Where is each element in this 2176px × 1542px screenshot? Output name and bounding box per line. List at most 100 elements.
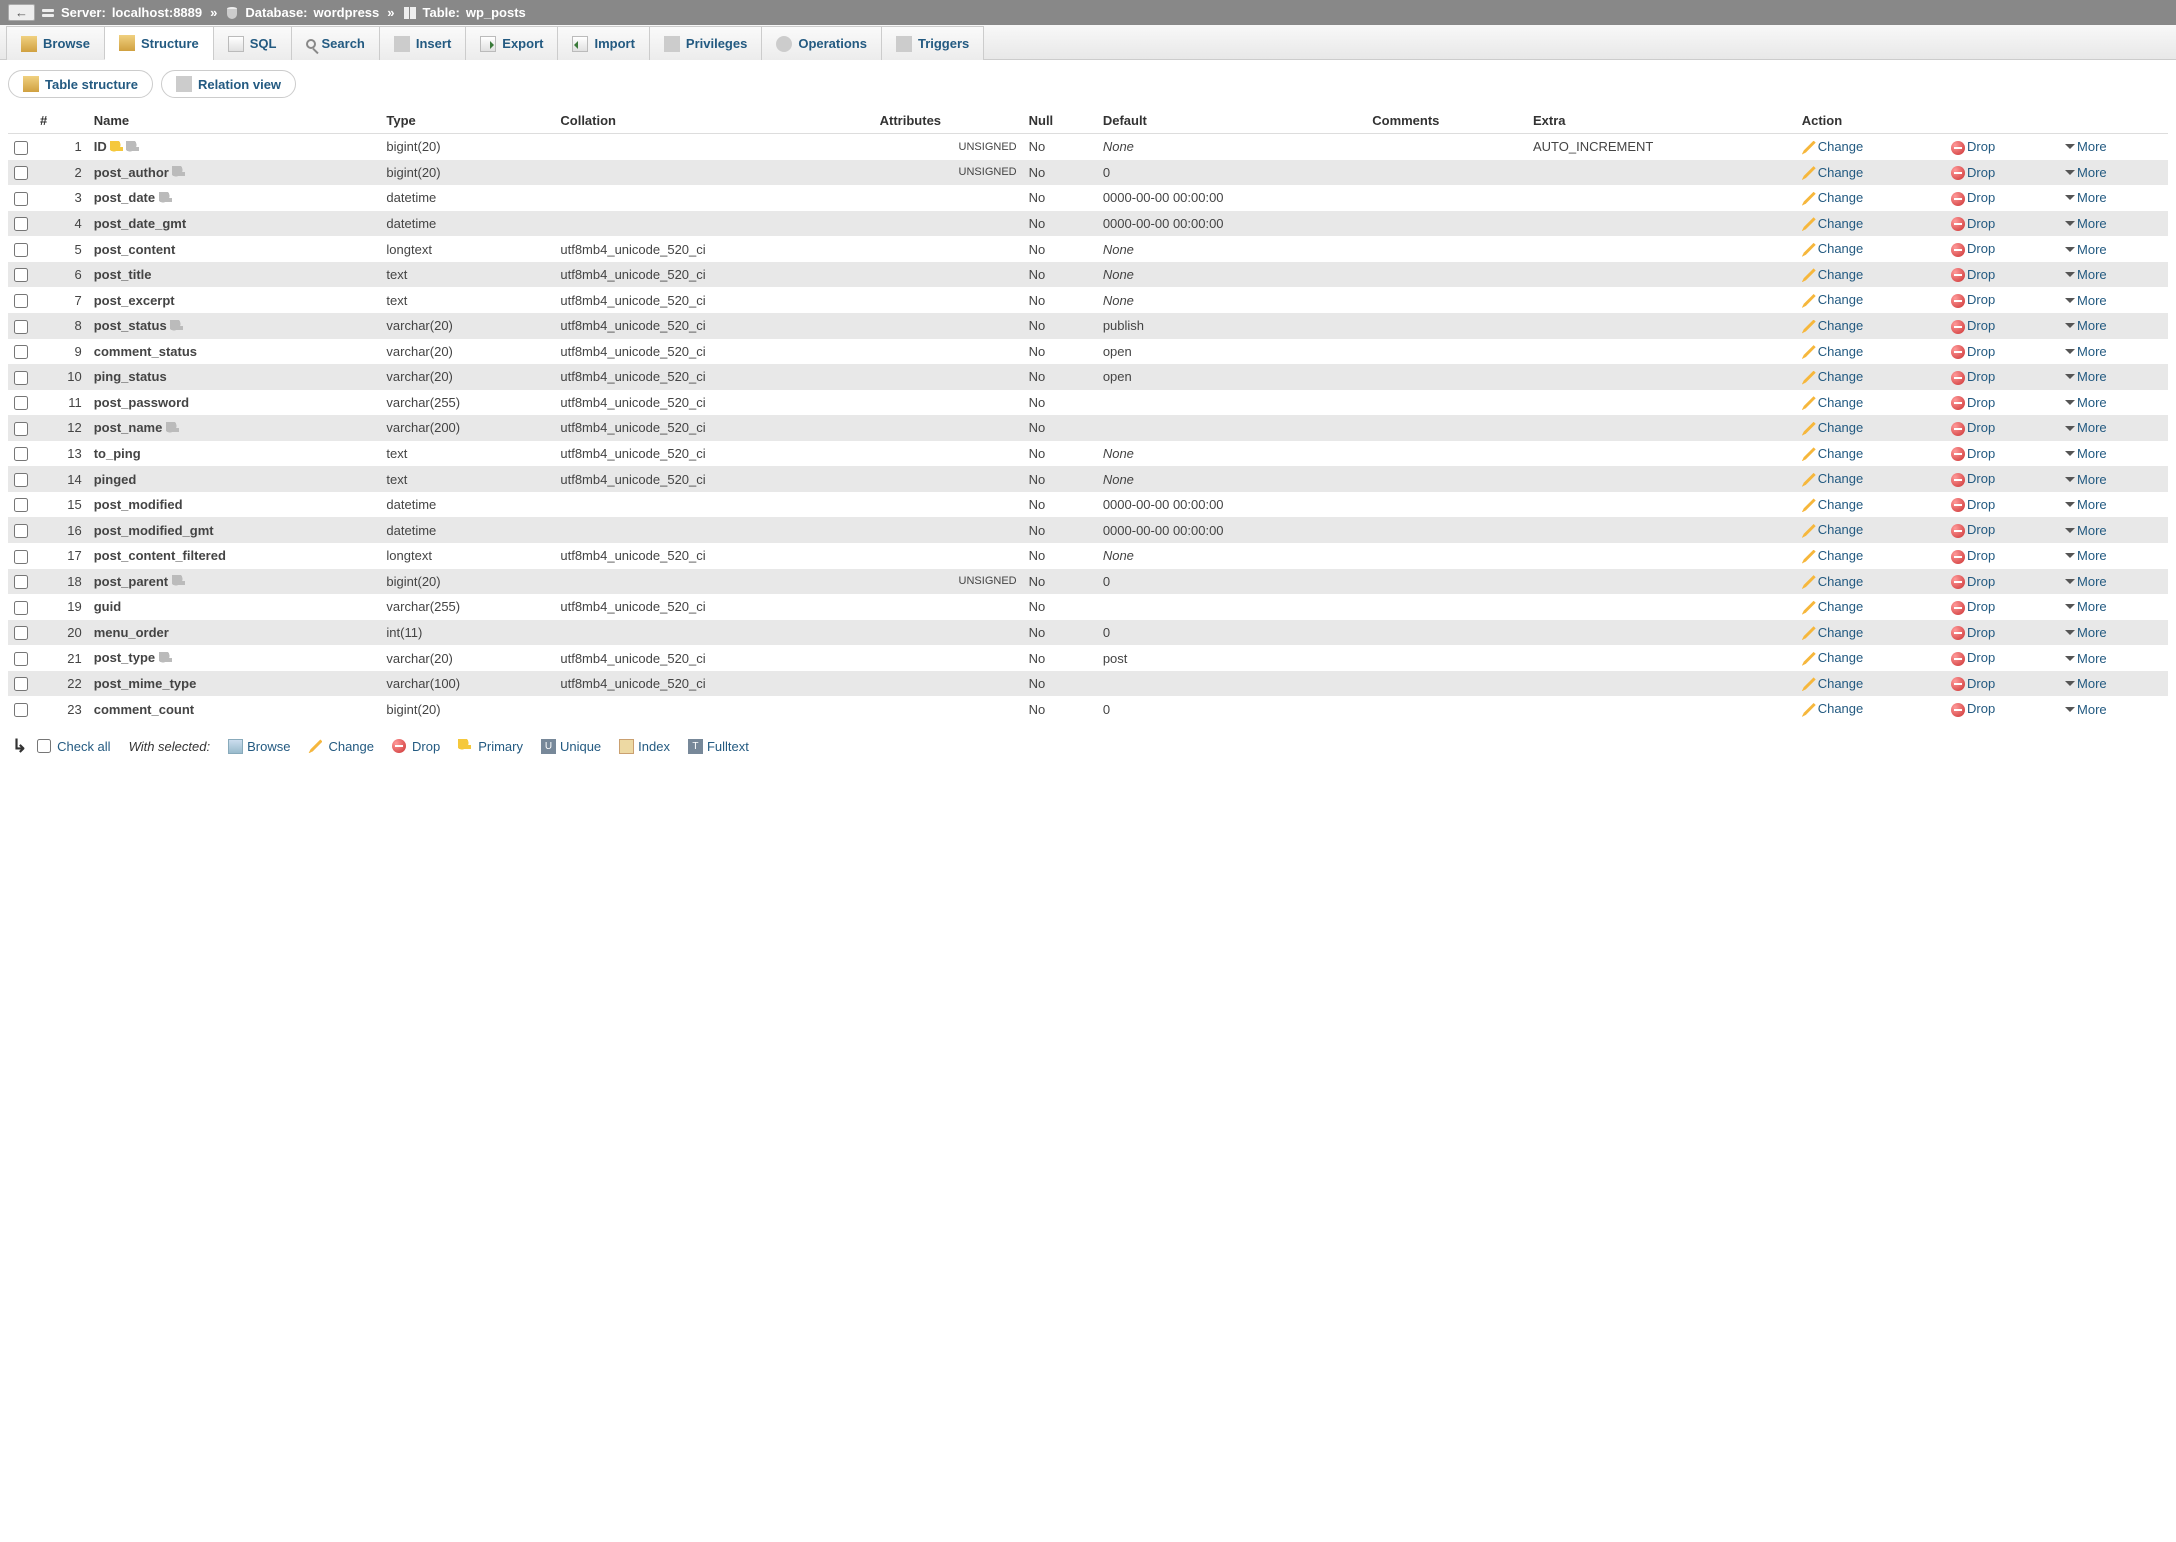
row-checkbox[interactable] [14, 498, 28, 512]
action-change[interactable]: Change [1796, 696, 1945, 722]
action-drop[interactable]: Drop [1945, 185, 2059, 211]
action-change[interactable]: Change [1796, 160, 1945, 186]
action-change[interactable]: Change [1796, 134, 1945, 160]
action-change[interactable]: Change [1796, 543, 1945, 569]
tab-sql[interactable]: SQL [213, 26, 292, 60]
action-change[interactable]: Change [1796, 415, 1945, 441]
action-change[interactable]: Change [1796, 671, 1945, 697]
action-drop[interactable]: Drop [1945, 492, 2059, 518]
action-more[interactable]: More [2059, 313, 2168, 339]
action-drop[interactable]: Drop [1945, 466, 2059, 492]
action-more[interactable]: More [2059, 390, 2168, 416]
row-checkbox[interactable] [14, 677, 28, 691]
action-drop[interactable]: Drop [1945, 517, 2059, 543]
action-more[interactable]: More [2059, 185, 2168, 211]
action-more[interactable]: More [2059, 364, 2168, 390]
tab-triggers[interactable]: Triggers [881, 26, 984, 60]
tab-insert[interactable]: Insert [379, 26, 466, 60]
database-link[interactable]: wordpress [314, 5, 380, 20]
tab-privileges[interactable]: Privileges [649, 26, 762, 60]
action-more[interactable]: More [2059, 594, 2168, 620]
row-checkbox[interactable] [14, 447, 28, 461]
action-unique[interactable]: U Unique [541, 739, 601, 754]
tab-operations[interactable]: Operations [761, 26, 882, 60]
action-more[interactable]: More [2059, 160, 2168, 186]
relation-view-tab[interactable]: Relation view [161, 70, 296, 98]
action-drop[interactable]: Drop [1945, 236, 2059, 262]
action-more[interactable]: More [2059, 569, 2168, 595]
row-checkbox[interactable] [14, 192, 28, 206]
action-fulltext[interactable]: T Fulltext [688, 739, 749, 754]
row-checkbox[interactable] [14, 703, 28, 717]
action-more[interactable]: More [2059, 134, 2168, 160]
action-more[interactable]: More [2059, 466, 2168, 492]
server-link[interactable]: localhost:8889 [112, 5, 202, 20]
row-checkbox[interactable] [14, 320, 28, 334]
action-more[interactable]: More [2059, 620, 2168, 646]
action-browse[interactable]: Browse [228, 739, 290, 754]
action-change[interactable]: Change [1796, 236, 1945, 262]
action-drop[interactable]: Drop [1945, 645, 2059, 671]
action-change[interactable]: Change [1796, 185, 1945, 211]
row-checkbox[interactable] [14, 141, 28, 155]
action-more[interactable]: More [2059, 696, 2168, 722]
row-checkbox[interactable] [14, 524, 28, 538]
action-drop[interactable]: Drop [1945, 620, 2059, 646]
action-change[interactable]: Change [1796, 339, 1945, 365]
row-checkbox[interactable] [14, 601, 28, 615]
check-all-checkbox[interactable] [37, 739, 51, 753]
action-change[interactable]: Change [1796, 211, 1945, 237]
row-checkbox[interactable] [14, 422, 28, 436]
action-primary[interactable]: Primary [458, 739, 523, 754]
action-change[interactable]: Change [308, 739, 374, 754]
row-checkbox[interactable] [14, 217, 28, 231]
action-more[interactable]: More [2059, 492, 2168, 518]
row-checkbox[interactable] [14, 626, 28, 640]
action-drop[interactable]: Drop [1945, 594, 2059, 620]
row-checkbox[interactable] [14, 652, 28, 666]
row-checkbox[interactable] [14, 243, 28, 257]
action-more[interactable]: More [2059, 543, 2168, 569]
action-change[interactable]: Change [1796, 517, 1945, 543]
action-drop[interactable]: Drop [1945, 671, 2059, 697]
action-more[interactable]: More [2059, 415, 2168, 441]
action-change[interactable]: Change [1796, 364, 1945, 390]
row-checkbox[interactable] [14, 294, 28, 308]
action-more[interactable]: More [2059, 287, 2168, 313]
action-change[interactable]: Change [1796, 441, 1945, 467]
action-drop[interactable]: Drop [1945, 543, 2059, 569]
row-checkbox[interactable] [14, 371, 28, 385]
action-change[interactable]: Change [1796, 466, 1945, 492]
action-change[interactable]: Change [1796, 287, 1945, 313]
row-checkbox[interactable] [14, 166, 28, 180]
action-drop[interactable]: Drop [1945, 441, 2059, 467]
action-change[interactable]: Change [1796, 492, 1945, 518]
action-more[interactable]: More [2059, 517, 2168, 543]
table-structure-tab[interactable]: Table structure [8, 70, 153, 98]
action-drop[interactable]: Drop [1945, 160, 2059, 186]
action-change[interactable]: Change [1796, 569, 1945, 595]
check-all-wrap[interactable]: Check all [37, 739, 110, 754]
row-checkbox[interactable] [14, 473, 28, 487]
action-drop[interactable]: Drop [1945, 696, 2059, 722]
action-more[interactable]: More [2059, 645, 2168, 671]
action-drop[interactable]: Drop [1945, 134, 2059, 160]
action-more[interactable]: More [2059, 671, 2168, 697]
action-change[interactable]: Change [1796, 645, 1945, 671]
action-drop[interactable]: Drop [1945, 339, 2059, 365]
tab-browse[interactable]: Browse [6, 26, 105, 60]
action-change[interactable]: Change [1796, 594, 1945, 620]
action-more[interactable]: More [2059, 441, 2168, 467]
action-change[interactable]: Change [1796, 313, 1945, 339]
action-more[interactable]: More [2059, 262, 2168, 288]
row-checkbox[interactable] [14, 396, 28, 410]
tab-export[interactable]: Export [465, 26, 558, 60]
action-drop[interactable]: Drop [1945, 364, 2059, 390]
action-index[interactable]: Index [619, 739, 670, 754]
action-more[interactable]: More [2059, 236, 2168, 262]
row-checkbox[interactable] [14, 268, 28, 282]
row-checkbox[interactable] [14, 345, 28, 359]
back-button[interactable]: ← [8, 4, 35, 21]
action-drop[interactable]: Drop [1945, 211, 2059, 237]
action-change[interactable]: Change [1796, 262, 1945, 288]
